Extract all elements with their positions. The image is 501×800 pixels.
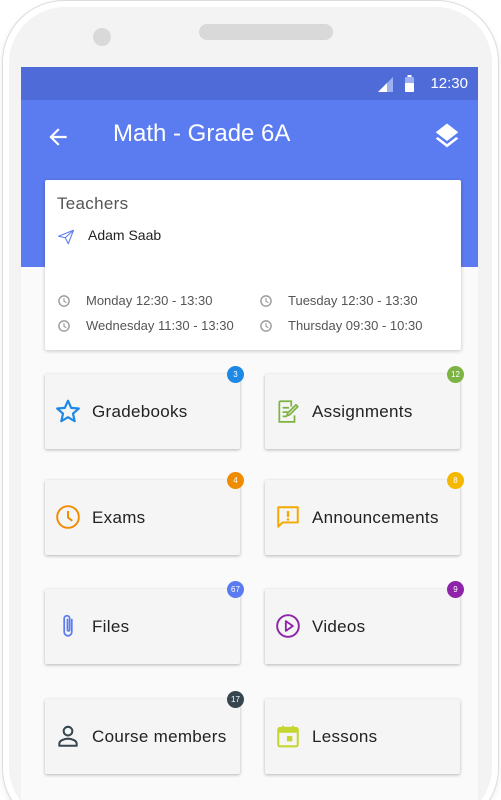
signal-icon [378, 77, 393, 92]
schedule-text: Thursday 09:30 - 10:30 [288, 318, 423, 333]
count-badge: 4 [227, 472, 244, 489]
schedule-item: Thursday 09:30 - 10:30 [259, 318, 422, 333]
calendar-icon [277, 725, 299, 748]
teacher-name[interactable]: Adam Saab [88, 227, 161, 243]
play-circle-icon [276, 614, 300, 638]
page-title: Math - Grade 6A [113, 120, 291, 147]
schedule-text: Wednesday 11:30 - 13:30 [86, 318, 234, 333]
count-badge: 9 [447, 581, 464, 598]
tile-label: Assignments [312, 401, 413, 421]
tile-announcements[interactable]: Announcements 8 [265, 472, 464, 555]
announcement-icon [277, 506, 299, 528]
battery-icon [405, 75, 414, 92]
clock-icon [260, 319, 272, 332]
clock-icon [58, 319, 70, 332]
send-icon[interactable] [57, 228, 75, 246]
count-badge: 17 [227, 691, 244, 708]
tile-label: Videos [312, 616, 366, 636]
tile-exams[interactable]: Exams 4 [45, 472, 244, 555]
star-icon [56, 399, 80, 423]
teachers-card: Teachers Adam Saab Monday 12:30 - 13:30 … [45, 180, 461, 350]
schedule-text: Monday 12:30 - 13:30 [86, 293, 213, 308]
tile-label: Announcements [312, 507, 439, 527]
tile-files[interactable]: Files 67 [45, 581, 244, 664]
assignment-edit-icon [278, 400, 299, 423]
screen: 12:30 Math - Grade 6A Teachers Adam Saab… [21, 67, 478, 800]
schedule-item: Monday 12:30 - 13:30 [57, 293, 212, 308]
count-badge: 67 [227, 581, 244, 598]
teachers-heading: Teachers [57, 194, 129, 213]
tile-label: Exams [92, 507, 146, 527]
clock-icon [58, 294, 70, 307]
tile-course-members[interactable]: Course members 17 [45, 691, 244, 774]
count-badge: 12 [447, 366, 464, 383]
tile-label: Files [92, 616, 130, 636]
clock-icon [260, 294, 272, 307]
back-arrow-icon[interactable] [45, 124, 71, 150]
schedule-item: Wednesday 11:30 - 13:30 [57, 318, 234, 333]
tile-lessons[interactable]: Lessons [265, 699, 460, 774]
clock-icon [56, 505, 80, 529]
count-badge: 3 [227, 366, 244, 383]
tile-assignments[interactable]: Assignments 12 [265, 366, 464, 449]
status-time: 12:30 [430, 75, 468, 92]
tile-label: Course members [92, 726, 227, 746]
speaker [199, 24, 333, 40]
schedule-text: Tuesday 12:30 - 13:30 [288, 293, 418, 308]
layers-icon[interactable] [432, 121, 462, 151]
attachment-icon [63, 614, 73, 637]
camera [93, 28, 111, 46]
schedule-item: Tuesday 12:30 - 13:30 [259, 293, 418, 308]
count-badge: 8 [447, 472, 464, 489]
status-bar: 12:30 [21, 67, 478, 100]
tile-videos[interactable]: Videos 9 [265, 581, 464, 664]
tile-gradebooks[interactable]: Gradebooks 3 [45, 366, 244, 449]
tile-label: Lessons [312, 726, 378, 746]
tile-label: Gradebooks [92, 401, 188, 421]
person-icon [58, 725, 78, 747]
